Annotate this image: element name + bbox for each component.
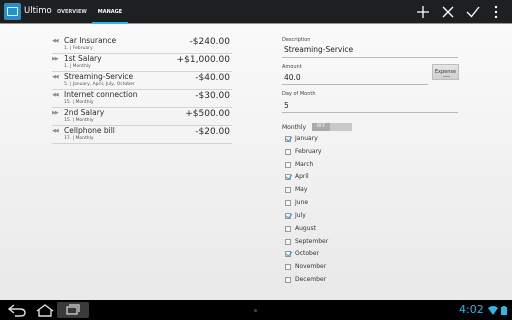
month-label: February xyxy=(295,148,322,155)
overflow-icon[interactable] xyxy=(490,2,502,22)
rewind-icon: ◀◀ xyxy=(52,38,59,44)
list-item[interactable]: ◀◀ Streaming-Service 5. | January, April… xyxy=(52,72,232,90)
checkbox[interactable] xyxy=(285,174,291,180)
checkbox[interactable] xyxy=(285,149,291,155)
month-checkbox[interactable]: February xyxy=(285,147,405,158)
item-name: 2nd Salary xyxy=(64,108,105,117)
check-icon[interactable] xyxy=(463,2,483,22)
tab-overview[interactable]: OVERVIEW xyxy=(55,0,89,24)
recent-apps-icon xyxy=(66,304,80,315)
item-detail: 15. | Monthly xyxy=(64,118,94,123)
checkbox[interactable] xyxy=(285,264,291,270)
day-of-month-underline xyxy=(282,112,458,113)
item-name: Internet connection xyxy=(64,90,138,99)
list-item[interactable]: ◀◀ Cellphone bill 17. | Monthly -$20.00 xyxy=(52,126,232,144)
day-of-month-label: Day of Month xyxy=(282,91,316,97)
item-amount: +$1,000.00 xyxy=(176,55,230,65)
month-checkbox[interactable]: April xyxy=(285,172,405,183)
description-label: Description xyxy=(282,37,311,43)
forward-icon: ▶▶ xyxy=(52,56,59,62)
close-icon[interactable] xyxy=(438,2,458,22)
month-checkbox[interactable]: July xyxy=(285,211,405,222)
rewind-icon: ◀◀ xyxy=(52,128,59,134)
month-checkbox[interactable]: September xyxy=(285,237,405,248)
item-amount: -$20.00 xyxy=(195,127,230,137)
item-detail: 5. | January, April, July, October xyxy=(64,82,135,87)
month-checkbox[interactable]: January xyxy=(285,134,405,145)
description-field[interactable]: Streaming-Service xyxy=(284,45,353,54)
recent-apps-button[interactable] xyxy=(57,302,89,318)
month-label: March xyxy=(295,161,314,168)
month-checkbox[interactable]: June xyxy=(285,198,405,209)
item-name: Cellphone bill xyxy=(64,126,115,135)
item-name: 1st Salary xyxy=(64,54,102,63)
app-title: Ultimo xyxy=(24,6,52,16)
item-name: Streaming-Service xyxy=(64,72,134,81)
item-detail: 15. | Monthly xyxy=(64,100,94,105)
month-label: October xyxy=(295,250,320,257)
toggle-state: OFF xyxy=(312,123,330,131)
month-checkbox[interactable]: August xyxy=(285,224,405,235)
checkbox[interactable] xyxy=(285,226,291,232)
system-nav-bar: 4:02 xyxy=(0,300,512,320)
forward-icon: ▶▶ xyxy=(52,110,59,116)
item-amount: +$500.00 xyxy=(185,109,230,119)
month-label: January xyxy=(295,135,318,142)
item-name: Car Insurance xyxy=(64,36,117,45)
month-checkbox[interactable]: May xyxy=(285,185,405,196)
checkbox[interactable] xyxy=(285,239,291,245)
checkbox[interactable] xyxy=(285,187,291,193)
plus-icon[interactable] xyxy=(413,2,433,22)
month-label: May xyxy=(295,186,308,193)
month-label: April xyxy=(295,173,309,180)
monthly-toggle[interactable]: OFF xyxy=(312,123,352,131)
amount-underline xyxy=(282,84,428,85)
month-label: September xyxy=(295,238,329,245)
clock: 4:02 xyxy=(459,303,484,316)
month-checkbox[interactable]: November xyxy=(285,262,405,273)
month-label: November xyxy=(295,263,327,270)
app-logo-icon[interactable] xyxy=(4,3,21,20)
rewind-icon: ◀◀ xyxy=(52,74,59,80)
checkbox[interactable] xyxy=(285,251,291,257)
monthly-label: Monthly xyxy=(282,124,307,131)
month-label: December xyxy=(295,276,327,283)
checkbox[interactable] xyxy=(285,200,291,206)
month-checkbox[interactable]: October xyxy=(285,249,405,260)
item-amount: -$40.00 xyxy=(195,73,230,83)
description-underline xyxy=(282,57,458,58)
checkbox[interactable] xyxy=(285,136,291,142)
wifi-icon xyxy=(488,306,498,315)
month-label: June xyxy=(295,199,309,206)
list-item[interactable]: ▶▶ 1st Salary 1. | Monthly +$1,000.00 xyxy=(52,54,232,72)
checkbox[interactable] xyxy=(285,277,291,283)
list-item[interactable]: ▶▶ 2nd Salary 15. | Monthly +$500.00 xyxy=(52,108,232,126)
item-amount: -$30.00 xyxy=(195,91,230,101)
day-of-month-field[interactable]: 5 xyxy=(284,101,289,110)
action-bar: Ultimo OVERVIEW MANAGE xyxy=(0,0,512,24)
item-detail: 1. | February xyxy=(64,46,93,51)
list-item[interactable]: ◀◀ Car Insurance 1. | February -$240.00 xyxy=(52,36,232,54)
item-detail: 17. | Monthly xyxy=(64,136,94,141)
tab-manage[interactable]: MANAGE xyxy=(92,0,128,24)
checkbox[interactable] xyxy=(285,162,291,168)
month-label: July xyxy=(295,212,306,219)
month-checkbox[interactable]: December xyxy=(285,275,405,286)
expense-toggle-button[interactable]: Expense xyxy=(432,64,459,80)
menu-dot[interactable] xyxy=(254,309,257,312)
home-icon[interactable] xyxy=(33,303,57,317)
checkbox[interactable] xyxy=(285,213,291,219)
item-amount: -$240.00 xyxy=(189,37,230,47)
battery-icon xyxy=(501,306,507,315)
amount-label: Amount xyxy=(282,64,302,70)
month-checkbox[interactable]: March xyxy=(285,160,405,171)
list-item[interactable]: ◀◀ Internet connection 15. | Monthly -$3… xyxy=(52,90,232,108)
month-label: August xyxy=(295,225,316,232)
amount-field[interactable]: 40.0 xyxy=(284,73,301,82)
rewind-icon: ◀◀ xyxy=(52,92,59,98)
item-detail: 1. | Monthly xyxy=(64,64,91,69)
back-icon[interactable] xyxy=(5,303,29,317)
